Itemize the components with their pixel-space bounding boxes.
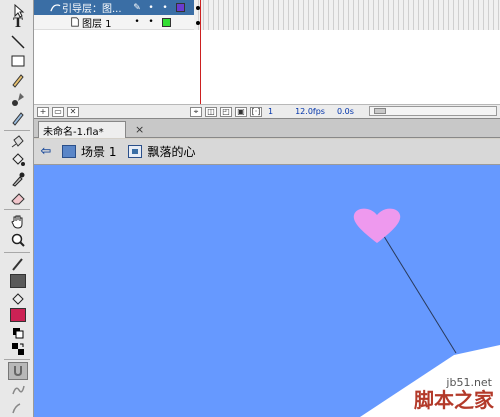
- document-tab-label: 未命名-1.fla*: [43, 126, 104, 138]
- line-tool-icon[interactable]: [8, 33, 28, 51]
- movieclip-symbol-icon: [128, 145, 143, 158]
- toolbar-divider: [4, 209, 30, 210]
- stage[interactable]: jb51.net 脚本之家: [34, 165, 500, 417]
- swap-colors-icon[interactable]: [8, 340, 28, 358]
- symbol-label: 飘落的心: [147, 145, 196, 159]
- motion-guide-icon: [48, 2, 62, 14]
- hand-tool-icon[interactable]: [8, 212, 28, 230]
- edit-bar: ⇦ 场景 1 飘落的心: [34, 139, 500, 165]
- center-frame-icon[interactable]: ⌖: [190, 106, 202, 117]
- layer-page-icon: [68, 16, 82, 28]
- brush-tool-icon[interactable]: [8, 90, 28, 108]
- heart-shape: [353, 208, 401, 243]
- layer-list: 引导层：图... ✎ • • 图层 1 • •: [34, 0, 194, 104]
- rectangle-tool-icon[interactable]: [8, 52, 28, 70]
- onion-skin-icon[interactable]: ◫: [205, 106, 217, 117]
- pencil-icon: ✎: [133, 2, 141, 13]
- frame-strip-guide[interactable]: [194, 0, 500, 15]
- onion-outline-icon[interactable]: ◰: [220, 106, 232, 117]
- timeline-scrollbar[interactable]: [369, 106, 497, 116]
- visibility-dot[interactable]: •: [130, 17, 144, 27]
- lock-dot[interactable]: •: [144, 17, 158, 27]
- layer-row-normal[interactable]: 图层 1 • •: [34, 15, 194, 30]
- zoom-tool-icon[interactable]: [8, 231, 28, 249]
- app-window: T 引导层：图... ✎ • • 图层 1 • • + ▭ ✕ ⌖ ◫ ◰ ▣ …: [0, 0, 500, 417]
- layer-name: 图层 1: [82, 18, 112, 30]
- ink-bottle-tool-icon[interactable]: [8, 133, 28, 151]
- fill-color-swatch[interactable]: [10, 308, 26, 322]
- text-tool-icon[interactable]: T: [8, 14, 28, 32]
- elapsed-time: 0.0s: [336, 107, 354, 116]
- document-tab-bar: 未命名-1.fla* ×: [34, 118, 500, 138]
- eraser-tool-icon[interactable]: [8, 189, 28, 207]
- free-transform-tool-icon[interactable]: [8, 109, 28, 127]
- straighten-icon[interactable]: [8, 399, 28, 417]
- stroke-color-swatch[interactable]: [10, 274, 26, 288]
- snap-magnet-icon[interactable]: [8, 362, 28, 380]
- close-icon[interactable]: ×: [135, 123, 144, 136]
- stroke-color-icon: [8, 255, 28, 273]
- layer-row-guide[interactable]: 引导层：图... ✎ • •: [34, 0, 194, 15]
- layer-outline-color[interactable]: [162, 17, 171, 27]
- back-arrow-icon[interactable]: ⇦: [38, 144, 54, 160]
- current-frame: 1: [268, 107, 274, 116]
- pencil-tool-icon[interactable]: [8, 71, 28, 89]
- lock-dot[interactable]: •: [158, 3, 172, 13]
- fill-bucket-icon: [8, 291, 28, 309]
- edit-multiple-icon[interactable]: ▣: [235, 106, 247, 117]
- modify-markers-icon[interactable]: [·]: [250, 106, 262, 117]
- scrollbar-thumb[interactable]: [374, 108, 386, 114]
- watermark-brand: 脚本之家: [414, 388, 494, 412]
- motion-guide-path: [376, 224, 457, 354]
- frames-grid[interactable]: [194, 0, 500, 104]
- layer-name: 引导层：图...: [62, 4, 122, 15]
- scene-label: 场景 1: [81, 145, 117, 159]
- delete-layer-icon[interactable]: ✕: [67, 106, 79, 117]
- playhead[interactable]: [200, 0, 201, 104]
- add-layer-icon[interactable]: +: [37, 106, 49, 117]
- toolbar-divider: [4, 359, 30, 360]
- scene-icon: [62, 145, 76, 158]
- watermark: jb51.net 脚本之家: [360, 351, 500, 417]
- frame-rate[interactable]: 12.0fps: [295, 107, 325, 116]
- visibility-dot[interactable]: •: [144, 3, 158, 13]
- breadcrumb-scene[interactable]: 场景 1: [62, 143, 116, 160]
- document-tab[interactable]: 未命名-1.fla*: [38, 121, 126, 138]
- timeline-panel: 引导层：图... ✎ • • 图层 1 • • + ▭ ✕ ⌖ ◫ ◰ ▣ [·…: [34, 0, 500, 118]
- toolbar-divider: [4, 252, 30, 253]
- toolbar-divider: [4, 130, 30, 131]
- paint-bucket-tool-icon[interactable]: [8, 151, 28, 169]
- breadcrumb-symbol[interactable]: 飘落的心: [128, 143, 195, 160]
- frame-strip-layer[interactable]: [194, 15, 500, 30]
- tools-panel: T: [0, 0, 34, 417]
- eyedropper-tool-icon[interactable]: [8, 170, 28, 188]
- add-folder-icon[interactable]: ▭: [52, 106, 64, 117]
- layer-outline-color[interactable]: [176, 3, 185, 12]
- smooth-icon[interactable]: [8, 381, 28, 399]
